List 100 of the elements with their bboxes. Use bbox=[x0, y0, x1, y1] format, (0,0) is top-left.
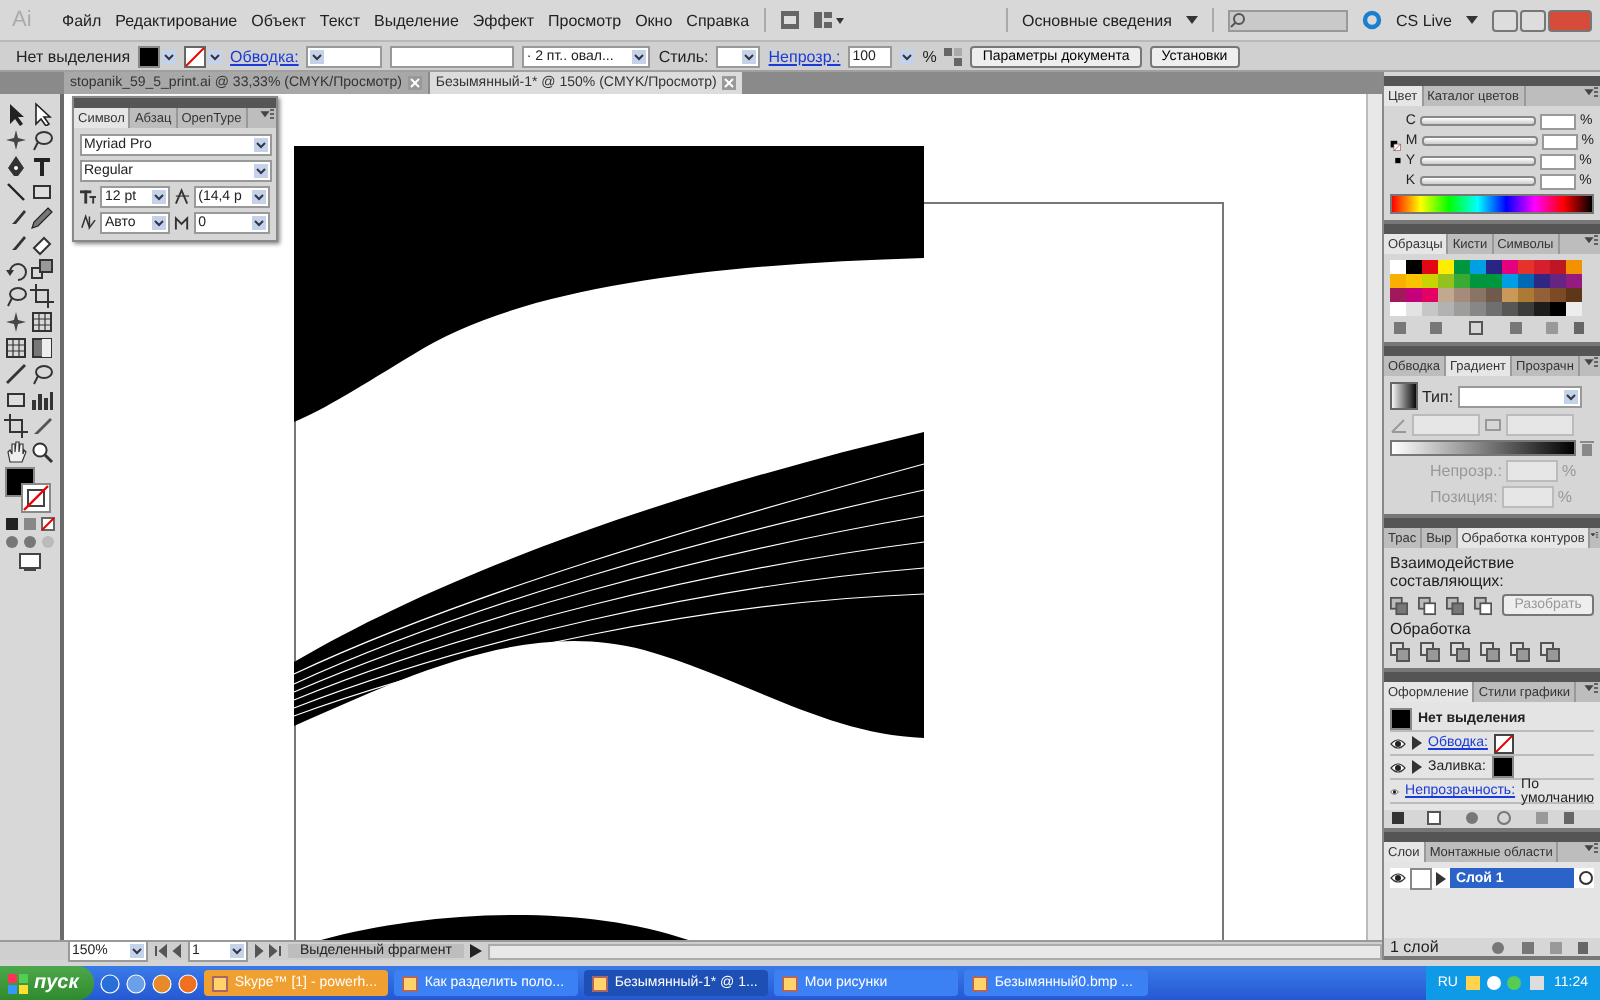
stroke-link[interactable]: Обводка: bbox=[230, 47, 299, 65]
screen-mode-icon[interactable] bbox=[18, 552, 42, 572]
caret-icon[interactable] bbox=[632, 49, 647, 63]
caret-icon[interactable] bbox=[1185, 14, 1198, 26]
eye-icon[interactable] bbox=[1390, 735, 1406, 751]
bar-chart-icon[interactable] bbox=[30, 388, 54, 412]
caret-icon[interactable] bbox=[151, 190, 166, 204]
fill-swatch[interactable] bbox=[138, 45, 161, 67]
scale-icon[interactable] bbox=[30, 258, 54, 282]
workspace-switcher[interactable]: Основные сведения bbox=[1022, 11, 1172, 29]
maximize-button[interactable] bbox=[1520, 9, 1546, 31]
variable-width-dropdown[interactable] bbox=[390, 45, 515, 67]
color-swatch[interactable] bbox=[1534, 288, 1550, 302]
color-swatch[interactable] bbox=[1518, 274, 1534, 288]
caret-icon[interactable] bbox=[254, 164, 268, 178]
caret-icon[interactable] bbox=[252, 216, 267, 230]
knife-icon[interactable] bbox=[30, 414, 54, 438]
color-swatch[interactable] bbox=[1422, 288, 1438, 302]
stroke-none-swatch[interactable] bbox=[184, 45, 207, 67]
close-button[interactable] bbox=[1548, 9, 1592, 31]
start-button[interactable]: пуск bbox=[0, 966, 95, 1000]
hand-icon[interactable] bbox=[4, 440, 28, 464]
color-swatch[interactable] bbox=[1422, 260, 1438, 274]
color-swatch[interactable] bbox=[1502, 274, 1518, 288]
pointer-icon[interactable] bbox=[30, 102, 54, 126]
menu-item[interactable]: Окно bbox=[635, 11, 673, 29]
color-swatch[interactable] bbox=[1406, 260, 1422, 274]
eye-icon[interactable] bbox=[1390, 759, 1406, 775]
pointer-icon[interactable] bbox=[4, 102, 28, 126]
menu-item[interactable]: Просмотр bbox=[548, 11, 622, 29]
loop-icon[interactable] bbox=[30, 128, 54, 152]
aspect-field[interactable] bbox=[1506, 414, 1574, 436]
caret-icon[interactable] bbox=[900, 49, 915, 63]
caret-icon[interactable] bbox=[1466, 14, 1478, 26]
loop-icon[interactable] bbox=[30, 362, 54, 386]
bridge-icon[interactable] bbox=[779, 10, 800, 30]
caret-icon[interactable] bbox=[230, 944, 244, 958]
color-swatch[interactable] bbox=[1438, 288, 1454, 302]
color-swatch[interactable] bbox=[1422, 302, 1438, 316]
panel-menu-icon[interactable] bbox=[1590, 528, 1600, 544]
color-swatch[interactable] bbox=[1534, 274, 1550, 288]
horizontal-scrollbar[interactable] bbox=[487, 943, 1382, 959]
menu-item[interactable]: Редактирование bbox=[115, 11, 238, 29]
loop-icon[interactable] bbox=[4, 284, 28, 308]
caret-icon[interactable] bbox=[254, 138, 268, 152]
caret-icon[interactable] bbox=[162, 49, 177, 63]
color-swatch[interactable] bbox=[1486, 288, 1502, 302]
color-swatch[interactable] bbox=[1422, 274, 1438, 288]
arrange-icon[interactable] bbox=[813, 10, 846, 30]
pencil-icon[interactable] bbox=[30, 206, 54, 230]
color-swatch[interactable] bbox=[1566, 274, 1582, 288]
location-field[interactable] bbox=[1501, 486, 1554, 508]
color-swatch[interactable] bbox=[1406, 288, 1422, 302]
play-icon[interactable] bbox=[469, 944, 482, 958]
caret-icon[interactable] bbox=[310, 49, 325, 63]
page-nav-icon[interactable] bbox=[254, 944, 282, 958]
zoom-icon[interactable] bbox=[30, 440, 54, 464]
color-swatch[interactable] bbox=[1438, 260, 1454, 274]
menu-item[interactable]: Файл bbox=[62, 11, 102, 29]
color-swatch[interactable] bbox=[1486, 260, 1502, 274]
color-swatch[interactable] bbox=[1518, 302, 1534, 316]
pen-nib-icon[interactable] bbox=[4, 154, 28, 178]
color-swatch[interactable] bbox=[1406, 302, 1422, 316]
color-swatch[interactable] bbox=[1454, 260, 1470, 274]
cs-live-icon[interactable] bbox=[1361, 10, 1382, 30]
quick-launch-icon[interactable] bbox=[100, 973, 121, 993]
layer-actions-icons[interactable] bbox=[1490, 939, 1594, 955]
color-swatch[interactable] bbox=[1566, 288, 1582, 302]
menu-item[interactable]: Эффект bbox=[472, 11, 535, 29]
color-swatch[interactable] bbox=[1486, 302, 1502, 316]
grid-icon[interactable] bbox=[30, 310, 54, 334]
search-field[interactable] bbox=[1227, 9, 1348, 31]
minimize-button[interactable] bbox=[1492, 9, 1518, 31]
swatch-actions-icons[interactable] bbox=[1390, 320, 1590, 336]
eraser-icon[interactable] bbox=[30, 232, 54, 256]
color-swatch[interactable] bbox=[1470, 260, 1486, 274]
color-swatch[interactable] bbox=[1550, 260, 1566, 274]
quick-launch-icon[interactable] bbox=[152, 973, 173, 993]
menu-item[interactable]: Справка bbox=[686, 11, 750, 29]
color-swatch[interactable] bbox=[1550, 274, 1566, 288]
color-swatch[interactable] bbox=[1470, 288, 1486, 302]
color-swatch[interactable] bbox=[1406, 274, 1422, 288]
color-swatch[interactable] bbox=[1566, 302, 1582, 316]
caret-icon[interactable] bbox=[252, 190, 267, 204]
angle-field[interactable] bbox=[1412, 414, 1480, 436]
color-swatch[interactable] bbox=[1454, 288, 1470, 302]
color-swatch[interactable] bbox=[1502, 288, 1518, 302]
gradient-preview[interactable] bbox=[1390, 382, 1418, 410]
quick-launch-icon[interactable] bbox=[126, 973, 147, 993]
panel-menu-icon[interactable] bbox=[1584, 842, 1600, 858]
color-swatch[interactable] bbox=[1470, 302, 1486, 316]
sparkle-icon[interactable] bbox=[4, 128, 28, 152]
caret-icon[interactable] bbox=[208, 49, 223, 63]
rotate-icon[interactable] bbox=[4, 258, 28, 282]
color-swatch[interactable] bbox=[1470, 274, 1486, 288]
lock-toggle[interactable] bbox=[1410, 867, 1432, 889]
vertical-scrollbar[interactable] bbox=[1366, 94, 1382, 940]
panel-menu-icon[interactable] bbox=[260, 108, 276, 124]
color-swatch[interactable] bbox=[1390, 260, 1406, 274]
grid-icon[interactable] bbox=[4, 336, 28, 360]
